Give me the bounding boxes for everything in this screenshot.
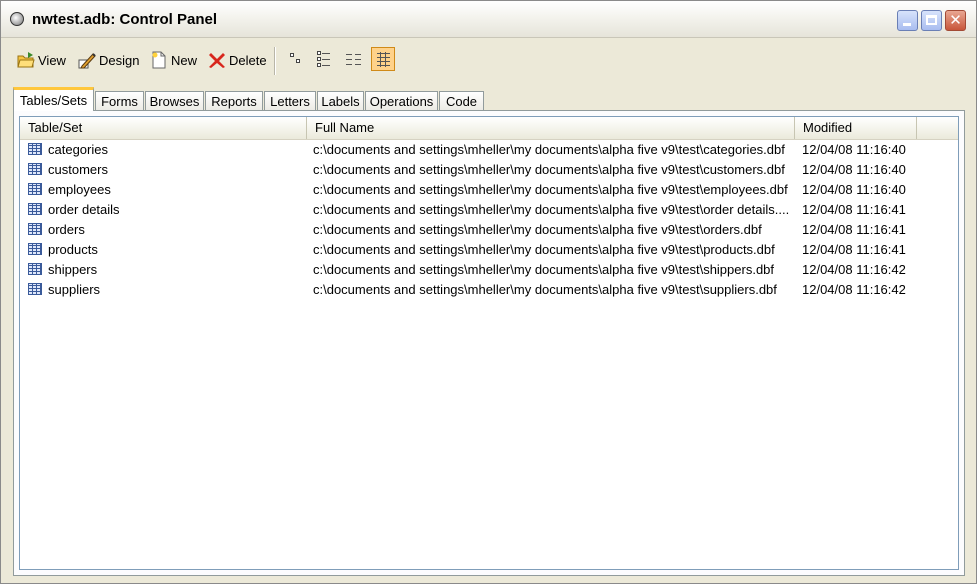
close-icon: ✕ <box>949 11 962 29</box>
table-name: categories <box>48 142 108 157</box>
details-view-button[interactable] <box>371 47 395 71</box>
view-button[interactable]: View <box>17 48 66 72</box>
table-path: c:\documents and settings\mheller\my doc… <box>313 222 762 237</box>
delete-label: Delete <box>229 52 267 68</box>
minimize-button[interactable] <box>897 10 918 31</box>
table-icon <box>28 243 42 255</box>
tab-code[interactable]: Code <box>439 91 484 110</box>
table-row[interactable]: products c:\documents and settings\mhell… <box>20 240 958 260</box>
table-icon <box>28 263 42 275</box>
title-bar[interactable]: nwtest.adb: Control Panel ✕ <box>1 1 976 38</box>
design-label: Design <box>99 52 140 68</box>
column-header-modified[interactable]: Modified <box>795 117 917 139</box>
large-icons-view-button[interactable] <box>284 47 308 71</box>
table-path: c:\documents and settings\mheller\my doc… <box>313 282 777 297</box>
new-document-icon <box>150 51 168 69</box>
app-icon <box>10 12 24 26</box>
maximize-icon <box>926 15 937 25</box>
table-name: customers <box>48 162 108 177</box>
design-pencil-icon <box>78 51 96 69</box>
table-icon <box>28 203 42 215</box>
table-path: c:\documents and settings\mheller\my doc… <box>313 202 790 217</box>
table-icon <box>28 143 42 155</box>
table-modified: 12/04/08 11:16:41 <box>802 202 906 217</box>
column-header-table-set[interactable]: Table/Set <box>20 117 307 139</box>
list-view-button[interactable] <box>342 47 366 71</box>
table-name: products <box>48 242 98 257</box>
table-modified: 12/04/08 11:16:40 <box>802 162 906 177</box>
control-panel-window: nwtest.adb: Control Panel ✕ View Design … <box>0 0 977 584</box>
table-icon <box>28 183 42 195</box>
tables-list[interactable]: Table/Set Full Name Modified categories … <box>19 116 959 570</box>
table-modified: 12/04/08 11:16:40 <box>802 182 906 197</box>
table-path: c:\documents and settings\mheller\my doc… <box>313 142 785 157</box>
table-path: c:\documents and settings\mheller\my doc… <box>313 162 785 177</box>
table-row[interactable]: shippers c:\documents and settings\mhell… <box>20 260 958 280</box>
list-header: Table/Set Full Name Modified <box>20 117 958 140</box>
table-name: shippers <box>48 262 98 277</box>
design-button[interactable]: Design <box>78 48 139 72</box>
view-label: View <box>38 52 66 68</box>
table-path: c:\documents and settings\mheller\my doc… <box>313 182 788 197</box>
column-header-full-name[interactable]: Full Name <box>307 117 795 139</box>
tab-tables-sets[interactable]: Tables/Sets <box>13 87 94 111</box>
toolbar-separator <box>274 47 276 75</box>
new-button[interactable]: New <box>150 48 197 72</box>
table-row[interactable]: categories c:\documents and settings\mhe… <box>20 140 958 160</box>
table-row[interactable]: order details c:\documents and settings\… <box>20 200 958 220</box>
close-button[interactable]: ✕ <box>945 10 966 31</box>
window-title: nwtest.adb: Control Panel <box>32 11 218 28</box>
table-icon <box>28 223 42 235</box>
table-name: orders <box>48 222 85 237</box>
tab-panel: Table/Set Full Name Modified categories … <box>13 110 965 576</box>
tab-letters[interactable]: Letters <box>264 91 316 110</box>
table-icon <box>28 163 42 175</box>
table-modified: 12/04/08 11:16:42 <box>802 262 906 277</box>
tab-forms[interactable]: Forms <box>95 91 144 110</box>
maximize-button[interactable] <box>921 10 942 31</box>
tab-reports[interactable]: Reports <box>205 91 263 110</box>
table-row[interactable]: employees c:\documents and settings\mhel… <box>20 180 958 200</box>
table-name: suppliers <box>48 282 101 297</box>
new-label: New <box>171 52 198 68</box>
table-path: c:\documents and settings\mheller\my doc… <box>313 242 775 257</box>
open-folder-icon <box>17 51 35 69</box>
table-name: employees <box>48 182 111 197</box>
table-name: order details <box>48 202 120 217</box>
delete-button[interactable]: Delete <box>208 48 267 72</box>
delete-x-icon <box>208 51 226 69</box>
table-path: c:\documents and settings\mheller\my doc… <box>313 262 775 277</box>
table-row[interactable]: customers c:\documents and settings\mhel… <box>20 160 958 180</box>
table-modified: 12/04/08 11:16:42 <box>802 282 906 297</box>
table-row[interactable]: suppliers c:\documents and settings\mhel… <box>20 280 958 300</box>
tab-operations[interactable]: Operations <box>365 91 438 110</box>
table-modified: 12/04/08 11:16:40 <box>802 142 906 157</box>
minimize-icon <box>903 23 911 26</box>
tab-labels[interactable]: Labels <box>317 91 364 110</box>
table-modified: 12/04/08 11:16:41 <box>802 242 906 257</box>
table-icon <box>28 283 42 295</box>
table-modified: 12/04/08 11:16:41 <box>802 222 906 237</box>
toolbar: View Design New Delete <box>7 41 971 79</box>
tab-browses[interactable]: Browses <box>145 91 204 110</box>
table-row[interactable]: orders c:\documents and settings\mheller… <box>20 220 958 240</box>
small-icons-view-button[interactable] <box>313 47 337 71</box>
